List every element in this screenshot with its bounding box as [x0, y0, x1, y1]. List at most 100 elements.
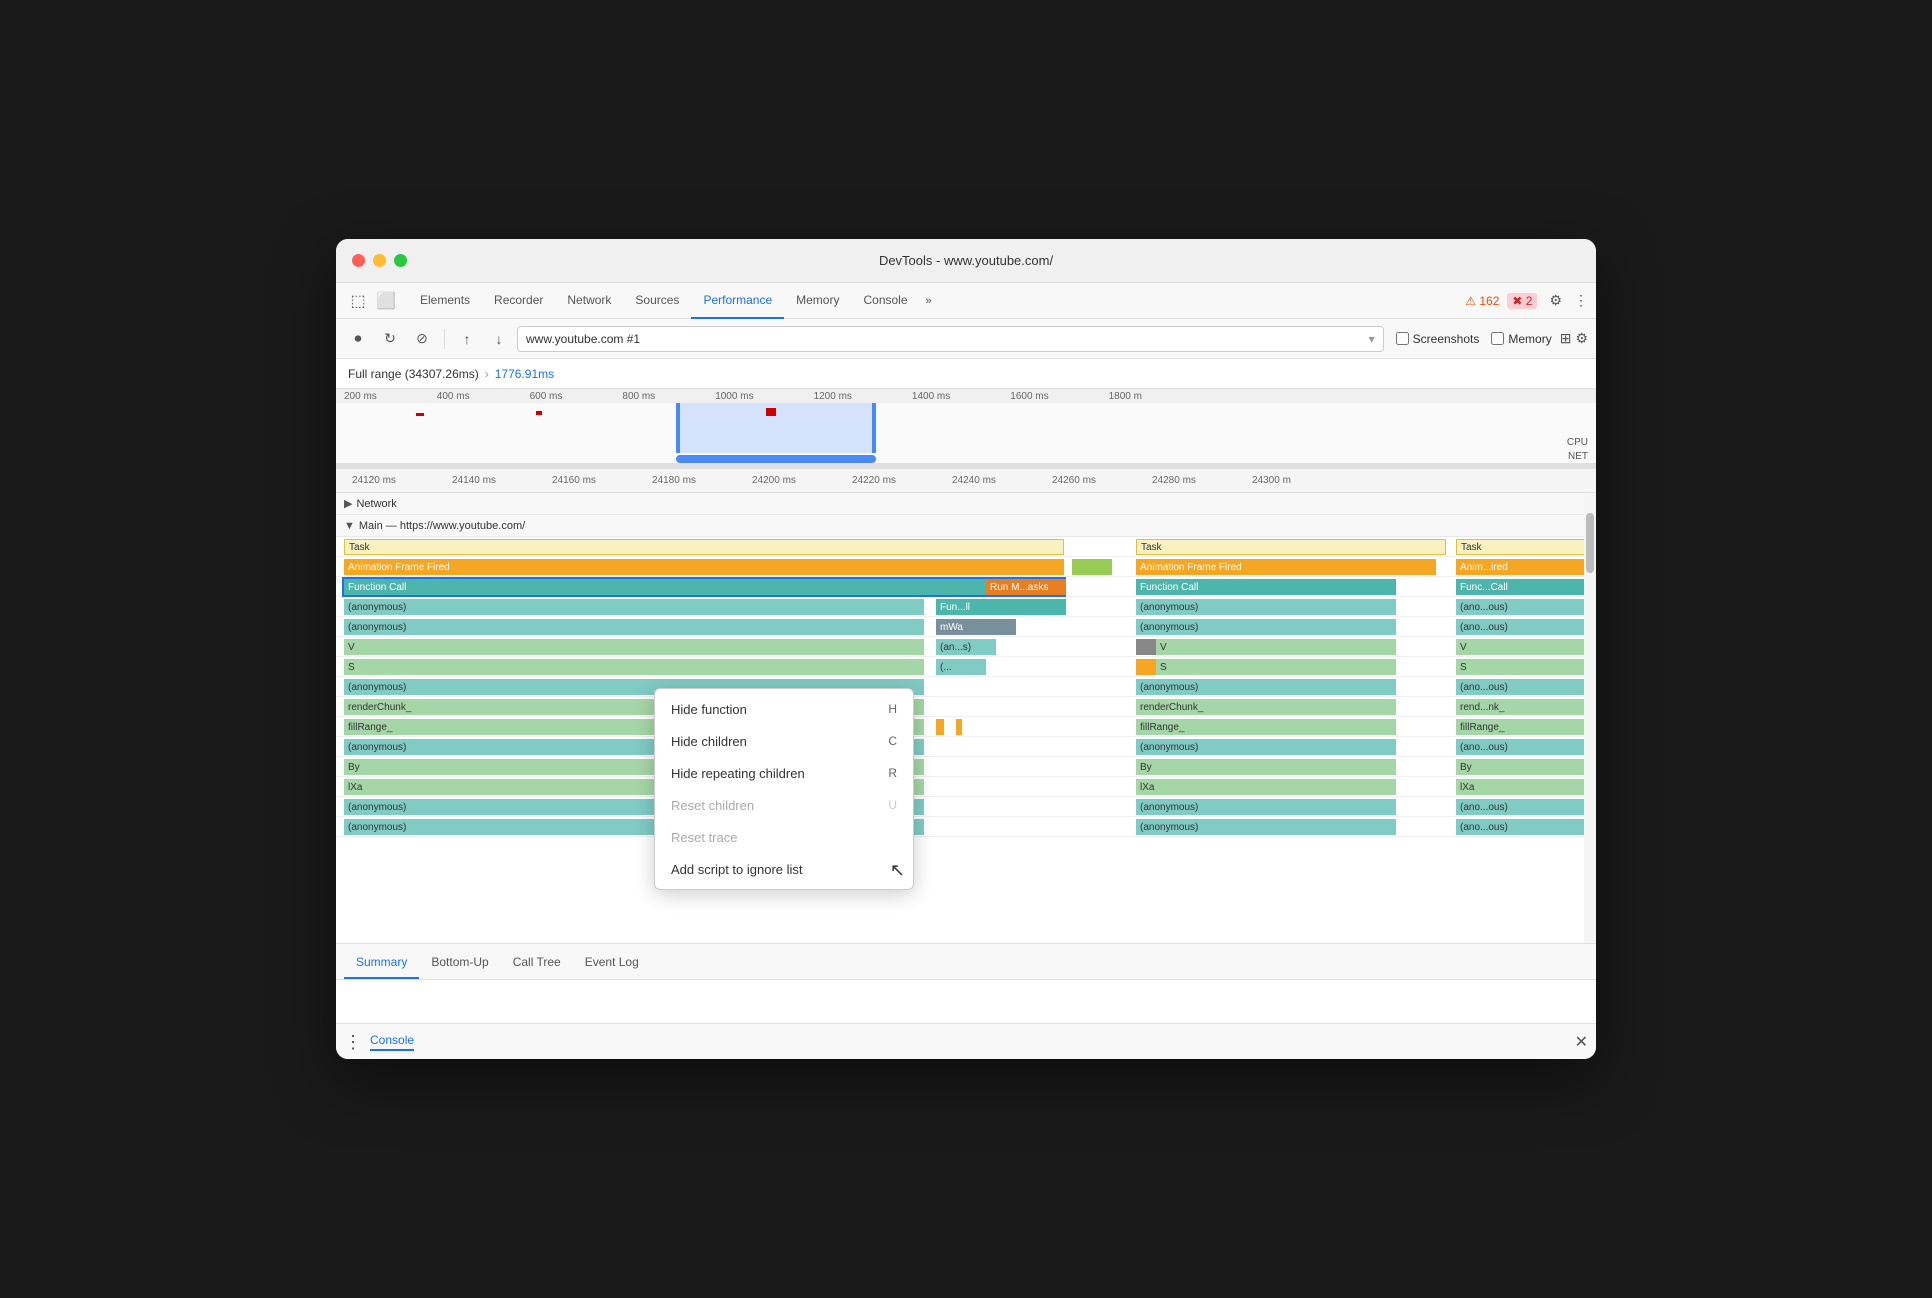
anon-bar-2: (anonymous) — [344, 619, 924, 635]
net-label: NET — [1568, 451, 1588, 462]
main-section-label[interactable]: ▼ Main — https://www.youtube.com/ — [336, 515, 1596, 537]
anon-bar-3c: (ano...ous) — [1456, 679, 1586, 695]
track-task[interactable]: Task Task Task — [336, 537, 1596, 557]
ctx-add-ignore-label: Add script to ignore list — [671, 862, 803, 877]
v-bar-2: V — [1156, 639, 1396, 655]
tab-sources[interactable]: Sources — [623, 283, 691, 319]
track-anon5[interactable]: (anonymous) (anonymous) (ano...ous) — [336, 797, 1596, 817]
track-anon3[interactable]: (anonymous) (anonymous) (ano...ous) — [336, 677, 1596, 697]
track-v[interactable]: V (an...s) V V — [336, 637, 1596, 657]
lxa-bar-3: lXa — [1456, 779, 1586, 795]
network-expand-icon: ▶ — [344, 497, 352, 510]
more-tabs-button[interactable]: » — [920, 295, 938, 307]
devtools-window: DevTools - www.youtube.com/ ⬚ ⬜ Elements… — [336, 239, 1596, 1059]
tab-network[interactable]: Network — [555, 283, 623, 319]
more-options-icon[interactable]: ⋮ — [1574, 292, 1588, 309]
clear-button[interactable]: ⊘ — [408, 325, 436, 353]
record-button[interactable]: ⏺ — [344, 325, 372, 353]
tab-bottom-up[interactable]: Bottom-Up — [419, 955, 500, 979]
fill-bar-2: fillRange_ — [1136, 719, 1396, 735]
refresh-button[interactable]: ↻ — [376, 325, 404, 353]
memory-checkbox[interactable] — [1491, 332, 1504, 345]
anon-bar-3b: (anonymous) — [1136, 679, 1396, 695]
settings-icon[interactable]: ⚙ — [1549, 292, 1562, 309]
ctx-hide-repeating[interactable]: Hide repeating children R — [655, 757, 913, 789]
window-title: DevTools - www.youtube.com/ — [879, 253, 1053, 268]
url-selector[interactable]: www.youtube.com #1 ▾ — [517, 326, 1384, 352]
ruler-24200: 24200 ms — [752, 475, 852, 486]
tl-4: 1000 ms — [715, 391, 753, 402]
anon-bar-4b: (anonymous) — [1136, 739, 1396, 755]
range-arrow: › — [485, 367, 489, 381]
by-bar-2: By — [1136, 759, 1396, 775]
s-yellow — [1136, 659, 1156, 675]
download-button[interactable]: ↓ — [485, 325, 513, 353]
close-button[interactable] — [352, 254, 365, 267]
vertical-scrollbar-thumb[interactable] — [1586, 513, 1594, 573]
memory-checkbox-group: Memory — [1491, 332, 1551, 346]
ctx-hide-repeating-key: R — [888, 766, 897, 780]
track-lxa[interactable]: lXa lXa lXa — [336, 777, 1596, 797]
track-animation[interactable]: Animation Frame Fired Animation Frame Fi… — [336, 557, 1596, 577]
console-more-icon[interactable]: ⋮ — [344, 1033, 362, 1051]
network-section-text: Network — [356, 498, 396, 510]
track-function[interactable]: Function Call Run M...asks Function Call… — [336, 577, 1596, 597]
screenshots-checkbox[interactable] — [1396, 332, 1409, 345]
tl-5: 1200 ms — [814, 391, 852, 402]
tab-memory[interactable]: Memory — [784, 283, 851, 319]
overview-panel[interactable]: 200 ms 400 ms 600 ms 800 ms 1000 ms 1200… — [336, 389, 1596, 469]
track-anon6[interactable]: (anonymous) (anonymous) (ano...ous) — [336, 817, 1596, 837]
flame-chart-area: 24120 ms 24140 ms 24160 ms 24180 ms 2420… — [336, 469, 1596, 943]
track-anon1[interactable]: (anonymous) Fun...ll (anonymous) (ano...… — [336, 597, 1596, 617]
console-label[interactable]: Console — [370, 1033, 414, 1051]
context-menu: Hide function H Hide children C Hide rep… — [654, 688, 914, 890]
track-s[interactable]: S (... S S — [336, 657, 1596, 677]
performance-toolbar: ⏺ ↻ ⊘ ↑ ↓ www.youtube.com #1 ▾ Screensho… — [336, 319, 1596, 359]
screenshot-icon[interactable]: ⊞ — [1560, 330, 1572, 347]
fill-bar-3: fillRange_ — [1456, 719, 1586, 735]
tab-recorder[interactable]: Recorder — [482, 283, 555, 319]
console-close-button[interactable]: ✕ — [1575, 1032, 1588, 1052]
upload-button[interactable]: ↑ — [453, 325, 481, 353]
vertical-scrollbar[interactable] — [1584, 493, 1596, 943]
ruler-24140: 24140 ms — [452, 475, 552, 486]
ctx-hide-children[interactable]: Hide children C — [655, 725, 913, 757]
track-by[interactable]: By By By — [336, 757, 1596, 777]
range-bar: Full range (34307.26ms) › 1776.91ms — [336, 359, 1596, 389]
tab-call-tree[interactable]: Call Tree — [501, 955, 573, 979]
tab-console[interactable]: Console — [851, 283, 919, 319]
flame-content[interactable]: ▶ Network ▼ Main — https://www.youtube.c… — [336, 493, 1596, 943]
anon-bar-6c: (ano...ous) — [1456, 819, 1586, 835]
inspect-icon[interactable]: ⬚ — [344, 287, 372, 315]
tab-event-log[interactable]: Event Log — [573, 955, 651, 979]
console-bar: ⋮ Console ✕ — [336, 1023, 1596, 1059]
ctx-hide-function-key: H — [888, 702, 897, 716]
anon-bar-2c: (ano...ous) — [1456, 619, 1586, 635]
maximize-button[interactable] — [394, 254, 407, 267]
device-icon[interactable]: ⬜ — [372, 287, 400, 315]
anim-bar-2: Animation Frame Fired — [1136, 559, 1436, 575]
network-section-label[interactable]: ▶ Network — [336, 493, 1596, 515]
ctx-reset-children: Reset children U — [655, 789, 913, 821]
selected-range-text: 1776.91ms — [495, 367, 554, 381]
run-microtasks: Run M...asks — [986, 579, 1066, 595]
func-bar-1: Function Call — [344, 579, 1064, 595]
toolbar-settings-icon[interactable]: ⚙ — [1575, 330, 1588, 347]
track-render[interactable]: renderChunk_ renderChunk_ rend...nk_ — [336, 697, 1596, 717]
cpu-label: CPU — [1567, 437, 1588, 448]
ruler-24240: 24240 ms — [952, 475, 1052, 486]
minimize-button[interactable] — [373, 254, 386, 267]
tl-2: 600 ms — [530, 391, 563, 402]
tab-elements[interactable]: Elements — [408, 283, 482, 319]
tab-summary[interactable]: Summary — [344, 955, 419, 979]
anon-bar-5c: (ano...ous) — [1456, 799, 1586, 815]
track-anon2[interactable]: (anonymous) mWa (anonymous) (ano...ous) — [336, 617, 1596, 637]
s-bar-3: S — [1456, 659, 1586, 675]
tab-performance[interactable]: Performance — [691, 283, 784, 319]
error-badge: ✖ 2 — [1507, 293, 1537, 309]
ctx-hide-function[interactable]: Hide function H — [655, 693, 913, 725]
titlebar: DevTools - www.youtube.com/ — [336, 239, 1596, 283]
track-fill[interactable]: fillRange_ fillRange_ fillRange_ — [336, 717, 1596, 737]
track-anon4[interactable]: (anonymous) (anonymous) (ano...ous) — [336, 737, 1596, 757]
ctx-add-ignore[interactable]: Add script to ignore list ↖ — [655, 853, 913, 885]
